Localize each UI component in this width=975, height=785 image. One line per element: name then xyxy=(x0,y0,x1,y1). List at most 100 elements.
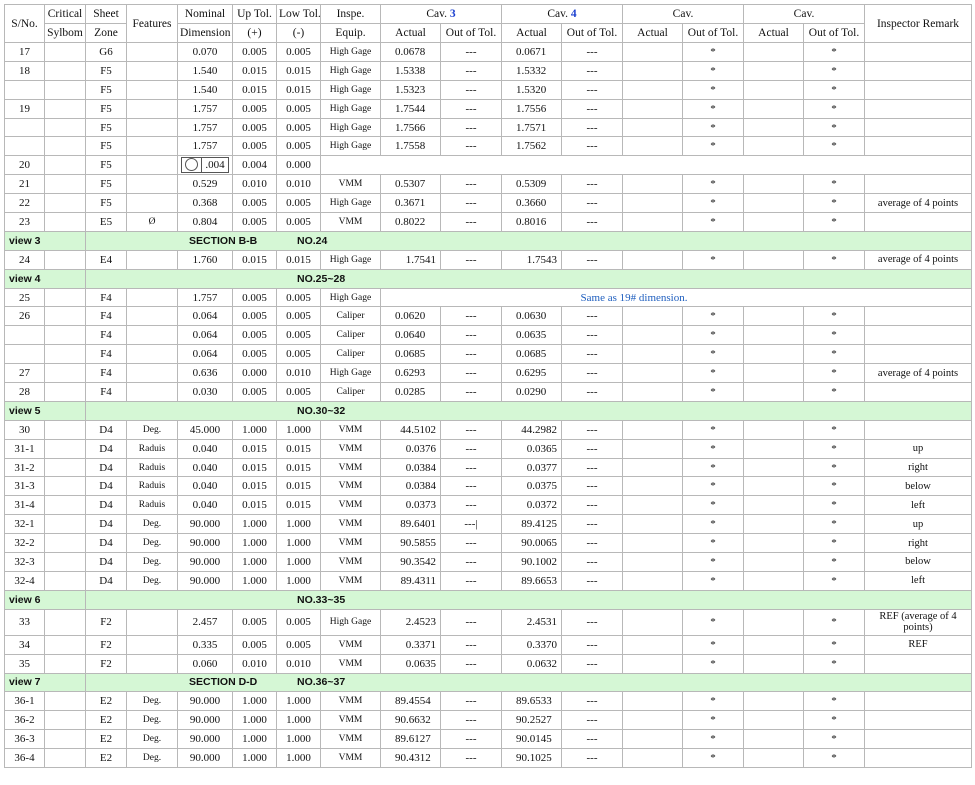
cell-up-tol: 0.005 xyxy=(232,287,277,308)
table-row: 36-2 E2 Deg. 90.000 1.000 1.000 VMM 90.6632 --… xyxy=(4,710,972,731)
cell-equip: VMM xyxy=(320,710,381,731)
table-row: 27 F4 0.636 0.000 0.010 High Gage 0.6293 --- … xyxy=(4,363,972,384)
cell-actual-4: 89.4125 xyxy=(501,514,562,535)
cell-out-of-tol-3: --- xyxy=(440,42,502,62)
cell-actual-4: 0.8016 xyxy=(501,212,562,232)
cell-features: Deg. xyxy=(126,691,178,712)
cell-sno: 25 xyxy=(4,287,45,308)
cell-equip: VMM xyxy=(320,438,381,459)
number-range: NO.25~28 xyxy=(297,272,346,285)
cell-features: Raduis xyxy=(126,438,178,459)
cell-actual-4: 0.5309 xyxy=(501,174,562,195)
cell-out-of-tol-4: --- xyxy=(561,570,623,591)
cell-critical xyxy=(44,476,86,497)
cell-out-of-tol-4: --- xyxy=(561,344,623,365)
cell-out-of-tol-4: --- xyxy=(561,476,623,497)
cell-actual-4: 0.6295 xyxy=(501,363,562,384)
cell-actual-5 xyxy=(622,476,683,497)
number-range: NO.33~35 xyxy=(297,593,346,606)
table-row: 36-3 E2 Deg. 90.000 1.000 1.000 VMM 89.6127 --… xyxy=(4,729,972,750)
table-row: 17 G6 0.070 0.005 0.005 High Gage 0.0678 --- … xyxy=(4,42,972,62)
cell-up-tol: 1.000 xyxy=(232,729,277,750)
cell-critical xyxy=(44,653,86,674)
cell-out-of-tol-3: --- xyxy=(440,729,502,750)
cell-out-of-tol-4: --- xyxy=(561,325,623,346)
cell-out-of-tol-3: --- xyxy=(440,249,502,270)
table-row: F5 1.757 0.005 0.005 High Gage 1.7566 --- 1.… xyxy=(4,117,972,138)
cell-sno: 32-2 xyxy=(4,533,45,554)
cell-out-of-tol-4: --- xyxy=(561,60,623,81)
tolerance-value: .004 xyxy=(205,158,225,171)
cell-equip: VMM xyxy=(320,212,381,232)
cell-actual-4: 1.7562 xyxy=(501,136,562,157)
cell-up-tol: 1.000 xyxy=(232,419,277,440)
cell-out-of-tol-4: --- xyxy=(561,710,623,731)
cell-sno xyxy=(4,117,45,138)
cell-actual-4: 2.4531 xyxy=(501,608,562,636)
view-label: view 3 xyxy=(4,230,86,251)
cell-features: Raduis xyxy=(126,457,178,478)
cell-equip: Caliper xyxy=(320,306,381,327)
cell-features: Deg. xyxy=(126,514,178,535)
cell-sno xyxy=(4,325,45,346)
cell-critical xyxy=(44,174,86,195)
cell-critical xyxy=(44,363,86,384)
cell-features xyxy=(126,306,178,327)
cell-nominal: 1.540 xyxy=(177,79,233,100)
cell-actual-6 xyxy=(743,533,804,554)
cell-actual-3: 90.6632 xyxy=(380,710,441,731)
cell-actual-6 xyxy=(743,98,804,119)
cell-up-tol: 0.005 xyxy=(232,212,277,232)
cell-actual-4: 44.2982 xyxy=(501,419,562,440)
cell-equip: High Gage xyxy=(320,193,381,214)
cell-critical xyxy=(44,634,86,655)
cell-out-of-tol-4: --- xyxy=(561,634,623,655)
cell-actual-4: 0.3660 xyxy=(501,193,562,214)
table-row: 30 D4 Deg. 45.000 1.000 1.000 VMM 44.5102 --- … xyxy=(4,419,972,440)
header-actual-5: Actual xyxy=(622,23,683,43)
cell-low-tol: 1.000 xyxy=(276,533,321,554)
cell-actual-3: 90.3542 xyxy=(380,552,441,572)
cell-out-of-tol-6: * xyxy=(803,98,865,119)
same-as-note-text: Same as 19# dimension. xyxy=(580,291,688,304)
cell-up-tol: 0.005 xyxy=(232,344,277,365)
header-sheet: Sheet xyxy=(85,4,127,24)
cell-zone: D4 xyxy=(85,533,127,554)
cell-out-of-tol-4: --- xyxy=(561,552,623,572)
cell-actual-5 xyxy=(622,710,683,731)
view-section-row: view 5 NO.30~32 xyxy=(4,400,972,421)
cell-up-tol: 0.015 xyxy=(232,79,277,100)
cell-equip: VMM xyxy=(320,533,381,554)
cell-up-tol: 1.000 xyxy=(232,570,277,591)
cell-features xyxy=(126,382,178,402)
cell-low-tol: 0.005 xyxy=(276,193,321,214)
cell-up-tol: 0.015 xyxy=(232,476,277,497)
cell-zone: E4 xyxy=(85,249,127,270)
header-cav-3-number: 3 xyxy=(449,8,456,20)
cell-out-of-tol-3: --- xyxy=(440,382,502,402)
feature-control-frame: .004 xyxy=(181,156,229,173)
cell-features xyxy=(126,634,178,655)
cell-actual-6 xyxy=(743,570,804,591)
cell-out-of-tol-4: --- xyxy=(561,249,623,270)
cell-zone: D4 xyxy=(85,552,127,572)
cell-actual-3: 1.5323 xyxy=(380,79,441,100)
cell-nominal: 0.040 xyxy=(177,476,233,497)
cell-nominal: 1.760 xyxy=(177,249,233,270)
cell-critical xyxy=(44,533,86,554)
cell-inspector-remark xyxy=(864,136,972,157)
cell-out-of-tol-3: --- xyxy=(440,136,502,157)
cell-critical xyxy=(44,438,86,459)
cell-out-of-tol-3: --- xyxy=(440,476,502,497)
cell-actual-5 xyxy=(622,382,683,402)
cell-features: Deg. xyxy=(126,710,178,731)
cell-zone: E2 xyxy=(85,691,127,712)
cell-inspector-remark: REF (average of 4 points) xyxy=(864,608,972,636)
cell-equip: Caliper xyxy=(320,325,381,346)
cell-out-of-tol-4: --- xyxy=(561,136,623,157)
cell-out-of-tol-5: * xyxy=(682,249,744,270)
table-row: 22 F5 0.368 0.005 0.005 High Gage 0.3671 --- … xyxy=(4,193,972,214)
cell-zone: F4 xyxy=(85,287,127,308)
cell-critical xyxy=(44,729,86,750)
cell-features: Deg. xyxy=(126,552,178,572)
